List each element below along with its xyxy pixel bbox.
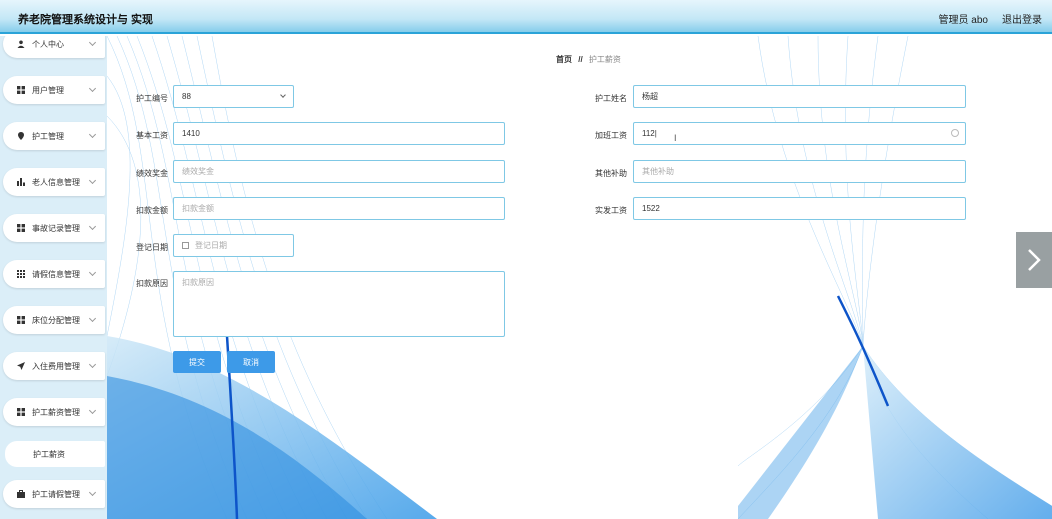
worker-no-select[interactable]: 88 bbox=[173, 85, 294, 108]
apps-icon bbox=[17, 270, 25, 278]
chevron-down-icon bbox=[88, 38, 97, 47]
chevron-down-icon bbox=[88, 406, 97, 415]
sidebar-item-elders[interactable]: 老人信息管理 bbox=[3, 168, 105, 196]
sidebar-item-label: 护工薪资管理 bbox=[32, 407, 80, 417]
sidebar-item-label: 护工管理 bbox=[32, 131, 64, 141]
submit-button[interactable]: 提交 bbox=[173, 351, 221, 373]
bar-chart-icon bbox=[17, 178, 25, 186]
net-salary-label: 实发工资 bbox=[595, 206, 627, 215]
sidebar-item-label: 老人信息管理 bbox=[32, 177, 80, 187]
subsidy-input[interactable]: 其他补助 bbox=[633, 160, 966, 183]
chevron-down-icon bbox=[88, 488, 97, 497]
overtime-pay-input[interactable]: 112| bbox=[633, 122, 966, 145]
chevron-down-icon bbox=[88, 314, 97, 323]
app-title: 养老院管理系统设计与 实现 bbox=[18, 14, 154, 26]
logout-link[interactable]: 退出登录 bbox=[1002, 11, 1042, 26]
chevron-right-icon bbox=[1028, 249, 1041, 271]
chevron-down-icon bbox=[88, 84, 97, 93]
reason-textarea[interactable]: 扣款原因 bbox=[173, 271, 505, 337]
next-arrow-button[interactable] bbox=[1016, 232, 1052, 288]
worker-name-input[interactable]: 杨超 bbox=[633, 85, 966, 108]
subsidy-label: 其他补助 bbox=[595, 169, 627, 178]
sidebar-item-label: 事故记录管理 bbox=[32, 223, 80, 233]
chevron-down-icon bbox=[88, 222, 97, 231]
deduction-input[interactable]: 扣款金额 bbox=[173, 197, 505, 220]
grid-icon bbox=[17, 224, 25, 232]
sidebar-item-worker-leave[interactable]: 护工请假管理 bbox=[3, 480, 105, 508]
base-salary-value: 1410 bbox=[182, 129, 200, 138]
sidebar-item-label: 用户管理 bbox=[32, 85, 64, 95]
sidebar-item-fees[interactable]: 入住费用管理 bbox=[3, 352, 105, 380]
sidebar-item-label: 个人中心 bbox=[32, 39, 64, 49]
send-icon bbox=[17, 362, 25, 370]
current-user[interactable]: 管理员 abo bbox=[939, 11, 988, 26]
pin-icon bbox=[17, 132, 25, 140]
top-header: 养老院管理系统设计与 实现 管理员 abo 退出登录 bbox=[0, 0, 1052, 34]
chevron-down-icon bbox=[88, 268, 97, 277]
cancel-button[interactable]: 取消 bbox=[227, 351, 275, 373]
base-salary-label: 基本工资 bbox=[136, 131, 168, 140]
reason-label: 扣款原因 bbox=[136, 279, 168, 288]
reason-placeholder: 扣款原因 bbox=[182, 278, 214, 287]
sidebar-item-label: 入住费用管理 bbox=[32, 361, 80, 371]
overtime-pay-value: 112| bbox=[642, 129, 657, 138]
worker-no-value: 88 bbox=[182, 92, 191, 101]
sidebar-item-label: 床位分配管理 bbox=[32, 315, 80, 325]
text-cursor-icon: I bbox=[674, 133, 677, 143]
wave-background-right bbox=[738, 36, 1052, 519]
date-picker[interactable]: 登记日期 bbox=[173, 234, 294, 257]
sidebar-item-beds[interactable]: 床位分配管理 bbox=[3, 306, 105, 334]
chevron-down-icon bbox=[88, 360, 97, 369]
sidebar-item-profile[interactable]: 个人中心 bbox=[3, 36, 105, 58]
net-salary-value: 1522 bbox=[642, 204, 660, 213]
grid-icon bbox=[17, 86, 25, 94]
breadcrumb: 首页 // 护工薪资 bbox=[556, 54, 621, 65]
briefcase-icon bbox=[17, 490, 25, 498]
sidebar-item-salary[interactable]: 护工薪资管理 bbox=[3, 398, 105, 426]
main-content: 首页 // 护工薪资 护工编号 88 基本工资 1410 绩效奖金 绩效奖金 扣… bbox=[107, 36, 1052, 519]
sidebar-item-leave[interactable]: 请假信息管理 bbox=[3, 260, 105, 288]
worker-no-label: 护工编号 bbox=[136, 94, 168, 103]
calendar-icon bbox=[182, 242, 189, 249]
deduction-label: 扣款金额 bbox=[136, 206, 168, 215]
user-icon bbox=[17, 40, 25, 48]
net-salary-input[interactable]: 1522 bbox=[633, 197, 966, 220]
sidebar-item-label: 请假信息管理 bbox=[32, 269, 80, 279]
worker-name-value: 杨超 bbox=[642, 92, 658, 101]
chevron-down-icon bbox=[88, 176, 97, 185]
sidebar-item-users[interactable]: 用户管理 bbox=[3, 76, 105, 104]
overtime-pay-label: 加班工资 bbox=[595, 131, 627, 140]
grid-icon bbox=[17, 408, 25, 416]
clear-icon[interactable] bbox=[951, 129, 959, 137]
sidebar-item-accidents[interactable]: 事故记录管理 bbox=[3, 214, 105, 242]
sidebar-subitem-salary[interactable]: 护工薪资 bbox=[5, 441, 105, 467]
subsidy-placeholder: 其他补助 bbox=[642, 167, 674, 176]
breadcrumb-home[interactable]: 首页 bbox=[556, 55, 572, 64]
breadcrumb-current: 护工薪资 bbox=[588, 55, 621, 64]
worker-name-label: 护工姓名 bbox=[595, 94, 627, 103]
base-salary-input[interactable]: 1410 bbox=[173, 122, 505, 145]
date-placeholder: 登记日期 bbox=[195, 241, 227, 250]
grid-icon bbox=[17, 316, 25, 324]
sidebar-item-workers[interactable]: 护工管理 bbox=[3, 122, 105, 150]
sidebar: 个人中心 用户管理 护工管理 老人信息管理 事故记录管理 请假信息管理 床位分配… bbox=[0, 36, 107, 519]
chevron-down-icon bbox=[88, 130, 97, 139]
bonus-input[interactable]: 绩效奖金 bbox=[173, 160, 505, 183]
bonus-label: 绩效奖金 bbox=[136, 169, 168, 178]
chevron-down-icon bbox=[280, 92, 286, 98]
sidebar-item-label: 护工请假管理 bbox=[32, 489, 80, 499]
breadcrumb-separator: // bbox=[578, 55, 583, 64]
deduction-placeholder: 扣款金额 bbox=[182, 204, 214, 213]
date-label: 登记日期 bbox=[136, 243, 168, 252]
bonus-placeholder: 绩效奖金 bbox=[182, 167, 214, 176]
